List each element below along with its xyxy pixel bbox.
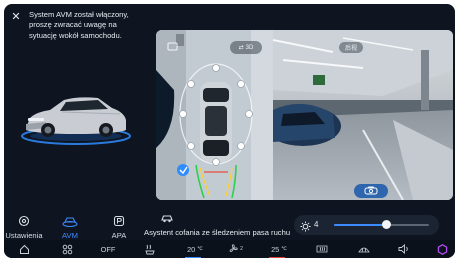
- temp-right-indicator: [269, 256, 285, 258]
- notice-line-2: proszę zwracać uwagę na: [29, 20, 117, 30]
- fan-icon: [229, 243, 238, 255]
- tab-avm-label: AVM: [62, 231, 78, 240]
- fan-off-button[interactable]: OFF: [96, 242, 120, 256]
- swap-icon: ⇄: [238, 45, 244, 51]
- brightness-value: 4: [314, 220, 319, 229]
- fan-level: 2: [240, 246, 243, 252]
- temp-left-unit: ℃: [197, 246, 203, 252]
- temp-right-unit: ℃: [281, 246, 287, 252]
- settings-icon: [4, 214, 44, 228]
- rear-view-label: 后视: [339, 42, 363, 53]
- car-reverse-icon: [160, 211, 174, 229]
- brightness-slider-knob[interactable]: [381, 220, 391, 229]
- car-camera-icon: [50, 214, 90, 228]
- volume-icon[interactable]: [396, 242, 412, 256]
- temp-left-control[interactable]: 20 ℃: [182, 242, 208, 258]
- fan-speed-control[interactable]: 2: [226, 242, 246, 256]
- tab-settings[interactable]: Ustawienia: [4, 214, 44, 240]
- tab-apa-label: APA: [111, 231, 127, 240]
- temp-right-control[interactable]: 25 ℃: [266, 242, 292, 258]
- temp-right-value: 25: [271, 244, 280, 254]
- parking-assist-icon: [99, 214, 139, 228]
- bottom-bar: OFF 20 ℃ 2 25 ℃: [4, 240, 455, 258]
- brightness-control: 4: [294, 215, 439, 235]
- rear-camera-view: 后视: [273, 30, 453, 200]
- close-icon[interactable]: ✕: [10, 11, 22, 23]
- rear-defrost-icon[interactable]: [314, 242, 330, 256]
- infotainment-screen: ✕ System AVM został włączony, proszę zwr…: [4, 4, 455, 258]
- tab-apa[interactable]: APA: [99, 214, 139, 240]
- surround-top-view[interactable]: ⇄ 3D: [156, 30, 273, 200]
- tab-settings-label: Ustawienia: [5, 231, 43, 240]
- camera-switch-button[interactable]: [354, 184, 388, 198]
- avm-notice: System AVM został włączony, proszę zwrac…: [29, 10, 169, 41]
- hexagon-logo-icon[interactable]: [435, 242, 449, 256]
- home-icon[interactable]: [16, 242, 32, 256]
- temp-left-value: 20: [187, 244, 196, 254]
- notice-line-3: sytuację wokół samochodu.: [29, 30, 122, 40]
- view-mode-label: 3D: [245, 44, 254, 51]
- camera-icon: [364, 182, 378, 200]
- view-3d-toggle[interactable]: ⇄ 3D: [230, 41, 262, 54]
- tab-avm[interactable]: AVM: [50, 214, 90, 240]
- reverse-lane-assist-toggle[interactable]: Asystent cofania ze śledzeniem pasa ruch…: [144, 228, 290, 237]
- brightness-slider[interactable]: [334, 220, 429, 229]
- seat-heat-icon[interactable]: [142, 242, 158, 256]
- notice-line-1: System AVM został włączony,: [29, 10, 129, 19]
- vehicle-illustration: [16, 88, 136, 148]
- brightness-icon: [300, 219, 311, 237]
- apps-grid-icon[interactable]: [59, 242, 75, 256]
- brightness-slider-fill: [334, 224, 387, 226]
- temp-left-indicator: [185, 256, 201, 258]
- front-defrost-icon[interactable]: [356, 242, 372, 256]
- camera-view-panel: ⇄ 3D 后视: [156, 30, 453, 200]
